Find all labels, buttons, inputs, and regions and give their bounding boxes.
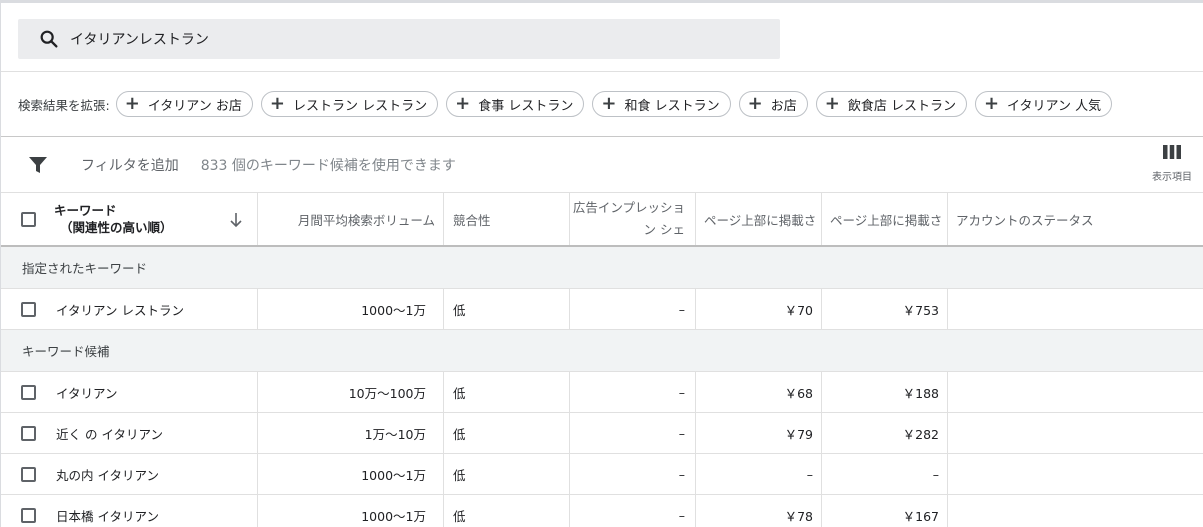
chip-label: 食事 レストラン [478, 98, 574, 114]
bid-low-cell: ￥79 [696, 413, 822, 453]
competition-cell: 低 [444, 454, 570, 494]
account-status-cell [948, 372, 1203, 412]
group-row-ideas: キーワード候補 [1, 330, 1203, 372]
keyword-header-label: キーワード [54, 203, 117, 218]
bid-high-cell: ￥753 [822, 289, 948, 329]
competition-cell: 低 [444, 289, 570, 329]
chip-label: お店 [770, 98, 797, 114]
volume-cell: 1000～1万 [258, 289, 444, 329]
bid-high-column-header[interactable]: ページ上部に掲載さ [822, 193, 948, 245]
chip-label: レストラン レストラン [293, 98, 428, 114]
plus-icon: + [747, 93, 763, 114]
account-status-cell [948, 495, 1203, 527]
table-row[interactable]: イタリアン レストラン 1000～1万 低 – ￥70 ￥753 [1, 289, 1203, 330]
plus-icon: + [824, 93, 840, 114]
plus-icon: + [983, 93, 1000, 114]
keyword-cell: 丸の内 イタリアン [56, 467, 159, 483]
expand-search-row: 検索結果を拡張: + イタリアン お店 + レストラン レストラン + 食事 レストラ… [1, 71, 1203, 137]
plus-icon: + [269, 93, 285, 114]
table-header-row: キーワード （関連性の高い順） 月間平均検索ボリューム 競合性 広告インプレッシ… [1, 193, 1203, 247]
volume-cell: 10万～100万 [258, 372, 444, 412]
group-row-provided: 指定されたキーワード [1, 247, 1203, 289]
account-status-cell [948, 289, 1203, 329]
bid-high-cell: ￥188 [822, 372, 948, 412]
chip-label: 飲食店 レストラン [847, 98, 956, 114]
expand-chip[interactable]: + 食事 レストラン [446, 91, 585, 117]
expand-chip[interactable]: + お店 [738, 91, 808, 117]
plus-icon: + [124, 93, 140, 114]
keyword-cell: 日本橋 イタリアン [56, 508, 159, 524]
row-checkbox[interactable] [21, 466, 36, 482]
bid-high-cell: ￥282 [822, 413, 948, 453]
row-checkbox[interactable] [21, 301, 36, 317]
bid-high-cell: ￥167 [822, 495, 948, 527]
table-row[interactable]: 近く の イタリアン 1万～10万 低 – ￥79 ￥282 [1, 413, 1203, 454]
bid-high-cell: – [822, 454, 948, 494]
competition-cell: 低 [444, 413, 570, 453]
volume-column-header[interactable]: 月間平均検索ボリューム [258, 193, 444, 245]
competition-cell: 低 [444, 372, 570, 412]
expand-chip[interactable]: + レストラン レストラン [260, 91, 439, 117]
keyword-header-sublabel: （関連性の高い順） [60, 220, 173, 235]
impression-cell: – [570, 372, 696, 412]
bid-low-cell: ￥70 [696, 289, 822, 329]
chip-label: 和食 レストラン [624, 98, 720, 114]
account-status-cell [948, 454, 1203, 494]
table-row[interactable]: 丸の内 イタリアン 1000～1万 低 – – – [1, 454, 1203, 495]
keyword-cell: イタリアン レストラン [56, 302, 184, 318]
expand-chip[interactable]: + イタリアン お店 [115, 91, 253, 117]
competition-column-header[interactable]: 競合性 [444, 193, 570, 245]
row-checkbox[interactable] [21, 425, 36, 441]
arrow-down-icon[interactable] [229, 212, 243, 228]
keyword-cell: 近く の イタリアン [56, 426, 163, 442]
volume-cell: 1000～1万 [258, 495, 444, 527]
keyword-planner-panel: イタリアンレストラン 検索結果を拡張: + イタリアン お店 + レストラン レスト… [0, 0, 1203, 527]
plus-icon: + [601, 93, 617, 114]
table-row[interactable]: 日本橋 イタリアン 1000～1万 低 – ￥78 ￥167 [1, 495, 1203, 527]
keyword-cell: イタリアン [56, 385, 118, 401]
filter-icon[interactable] [28, 155, 48, 175]
search-query: イタリアンレストラン [70, 32, 209, 48]
volume-cell: 1000～1万 [258, 454, 444, 494]
impression-cell: – [570, 289, 696, 329]
columns-label: 表示項目 [1152, 172, 1192, 183]
chip-label: イタリアン お店 [147, 98, 242, 114]
group-label: キーワード候補 [22, 344, 110, 359]
expand-chip[interactable]: + 和食 レストラン [592, 91, 731, 117]
plus-icon: + [455, 93, 471, 114]
group-label: 指定されたキーワード [22, 261, 148, 276]
select-all-checkbox[interactable] [21, 211, 36, 227]
table-row[interactable]: イタリアン 10万～100万 低 – ￥68 ￥188 [1, 372, 1203, 413]
expand-chip[interactable]: + 飲食店 レストラン [815, 91, 967, 117]
impression-cell: – [570, 495, 696, 527]
expand-chip[interactable]: + イタリアン 人気 [974, 91, 1113, 117]
columns-button[interactable]: 表示項目 [1150, 145, 1194, 183]
row-checkbox[interactable] [21, 507, 36, 523]
impression-cell: – [570, 454, 696, 494]
search-input[interactable]: イタリアンレストラン [18, 19, 780, 59]
keyword-table: キーワード （関連性の高い順） 月間平均検索ボリューム 競合性 広告インプレッシ… [1, 193, 1203, 527]
bid-low-cell: – [696, 454, 822, 494]
filter-bar: フィルタを追加 833 個のキーワード候補を使用できます 表示項目 [1, 137, 1203, 193]
volume-cell: 1万～10万 [258, 413, 444, 453]
columns-icon [1163, 145, 1181, 159]
expand-label: 検索結果を拡張: [18, 97, 110, 113]
row-checkbox[interactable] [21, 384, 36, 400]
impression-cell: – [570, 413, 696, 453]
keyword-count-hint: 833 個のキーワード候補を使用できます [200, 157, 456, 174]
search-icon [40, 30, 58, 48]
account-status-column-header[interactable]: アカウントのステータス [948, 193, 1203, 245]
keyword-column-header[interactable]: キーワード （関連性の高い順） [1, 193, 258, 245]
chip-label: イタリアン 人気 [1007, 98, 1102, 114]
competition-cell: 低 [444, 495, 570, 527]
bid-low-cell: ￥68 [696, 372, 822, 412]
bid-low-column-header[interactable]: ページ上部に掲載さ [696, 193, 822, 245]
impression-share-column-header[interactable]: 広告インプレッション シェ [570, 193, 696, 245]
account-status-cell [948, 413, 1203, 453]
add-filter-button[interactable]: フィルタを追加 [81, 155, 179, 175]
bid-low-cell: ￥78 [696, 495, 822, 527]
